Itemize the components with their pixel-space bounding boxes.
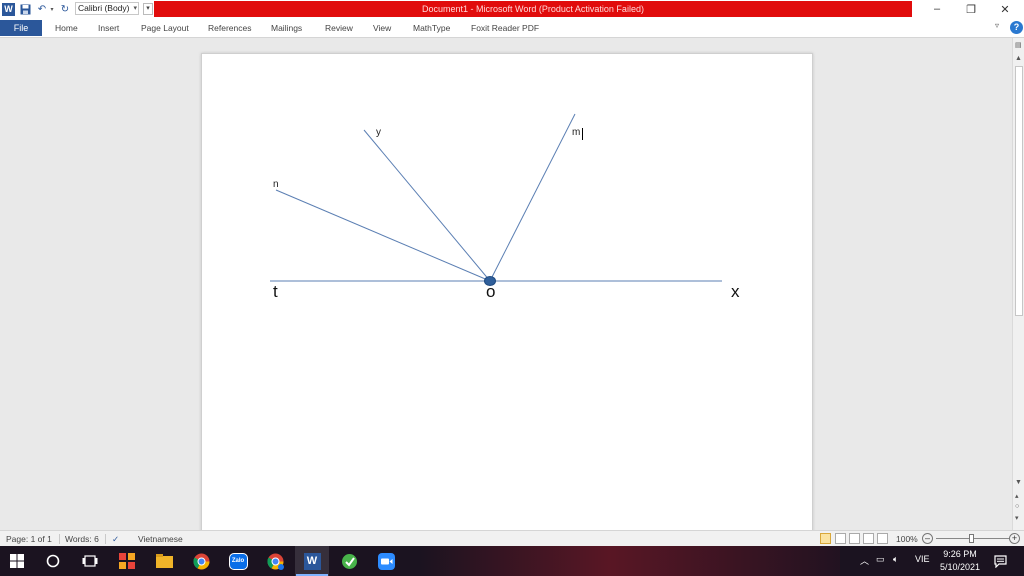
next-page-icon[interactable]: ▾ xyxy=(1015,514,1019,522)
quick-access-toolbar: W ↶ ▾ ↻ xyxy=(0,0,72,18)
zalo-label: Zalo xyxy=(231,558,245,564)
text-cursor xyxy=(582,128,583,140)
green-app-icon[interactable] xyxy=(339,551,359,571)
file-explorer-icon[interactable] xyxy=(154,551,174,571)
font-name-select[interactable]: Calibri (Body) ▾ xyxy=(75,2,139,15)
ray-oy xyxy=(363,129,491,282)
tab-view[interactable]: View xyxy=(373,20,391,36)
font-name-value: Calibri (Body) xyxy=(78,3,130,13)
label-n: n xyxy=(273,179,279,190)
task-view-icon[interactable] xyxy=(80,551,100,571)
zalo-icon[interactable]: Zalo xyxy=(228,551,248,571)
chrome-icon[interactable] xyxy=(191,551,211,571)
word-label: W xyxy=(303,552,321,570)
print-layout-view-icon[interactable] xyxy=(820,533,831,544)
word-icon[interactable]: W xyxy=(302,551,322,571)
chevron-down-icon: ▾ xyxy=(133,5,137,12)
tab-references[interactable]: References xyxy=(208,20,251,36)
expand-ribbon-icon[interactable]: ▿ xyxy=(995,21,999,30)
zoom-slider-thumb[interactable] xyxy=(969,534,974,543)
volume-icon[interactable]: 🔈︎ xyxy=(893,554,898,565)
tab-page-layout[interactable]: Page Layout xyxy=(141,20,189,36)
tab-mailings[interactable]: Mailings xyxy=(271,20,302,36)
undo-icon[interactable]: ↶ xyxy=(35,2,49,16)
redo-icon[interactable]: ↻ xyxy=(58,2,72,16)
scroll-down-icon[interactable]: ▼ xyxy=(1015,479,1022,486)
scroll-up-icon[interactable]: ▲ xyxy=(1015,55,1022,62)
browse-object-icon[interactable]: ○ xyxy=(1015,503,1019,510)
word-logo-icon[interactable]: W xyxy=(2,2,15,16)
proofing-icon[interactable]: ✓ xyxy=(112,533,119,545)
clock-time[interactable]: 9:26 PM xyxy=(934,549,986,559)
clock-date[interactable]: 5/10/2021 xyxy=(934,562,986,572)
label-y: y xyxy=(376,127,381,138)
web-layout-icon[interactable] xyxy=(849,533,860,544)
geometry-drawing xyxy=(270,113,722,286)
previous-page-icon[interactable]: ▴ xyxy=(1015,492,1019,500)
outline-view-icon[interactable] xyxy=(863,533,874,544)
chrome-profile-icon[interactable] xyxy=(265,551,285,571)
ribbon-tabs: File Home Insert Page Layout References … xyxy=(0,18,1024,38)
tab-home[interactable]: Home xyxy=(55,20,78,36)
show-hidden-icons-icon[interactable]: ︿ xyxy=(860,554,869,567)
minimize-button[interactable]: – xyxy=(920,0,954,18)
word-count[interactable]: Words: 6 xyxy=(65,533,99,545)
tab-mathtype[interactable]: MathType xyxy=(413,20,450,36)
app-tiles-icon[interactable] xyxy=(117,551,137,571)
restore-button[interactable]: ❐ xyxy=(954,0,988,18)
battery-icon[interactable]: ▭ xyxy=(876,554,885,565)
vertical-scrollbar[interactable]: ▤ ▲ ▼ ▴ ○ ▾ xyxy=(1012,38,1024,530)
status-bar: Page: 1 of 1 Words: 6 ✓ Vietnamese 100% … xyxy=(0,530,1024,546)
document-page[interactable]: y m n t o x xyxy=(201,53,813,533)
help-icon[interactable]: ? xyxy=(1010,21,1023,34)
window-title: Document1 - Microsoft Word (Product Acti… xyxy=(154,1,912,17)
full-screen-reading-icon[interactable] xyxy=(835,533,846,544)
label-o: o xyxy=(486,282,496,301)
notifications-icon[interactable] xyxy=(990,551,1010,571)
ruler-toggle-icon[interactable]: ▤ xyxy=(1015,41,1022,49)
draft-view-icon[interactable] xyxy=(877,533,888,544)
label-x: x xyxy=(731,282,740,301)
search-icon[interactable] xyxy=(43,551,63,571)
zoom-in-button[interactable]: + xyxy=(1009,533,1020,544)
customize-qat-icon[interactable]: ▾ xyxy=(143,3,153,15)
undo-dropdown-icon[interactable]: ▾ xyxy=(49,2,55,16)
label-t: t xyxy=(273,282,278,301)
divider xyxy=(105,534,106,544)
zoom-level[interactable]: 100% xyxy=(896,533,918,545)
tab-review[interactable]: Review xyxy=(325,20,353,36)
close-button[interactable]: ✕ xyxy=(988,0,1022,18)
zoom-out-button[interactable]: – xyxy=(922,533,933,544)
windows-taskbar: Zalo W ︿ ▭ 🔈︎ VIE 9:26 PM 5/10/2021 xyxy=(0,546,1024,576)
language-indicator[interactable]: Vietnamese xyxy=(138,533,183,545)
ray-om xyxy=(489,113,576,282)
divider xyxy=(59,534,60,544)
tab-foxit-reader-pdf[interactable]: Foxit Reader PDF xyxy=(471,20,539,36)
scroll-thumb[interactable] xyxy=(1015,66,1023,316)
tab-insert[interactable]: Insert xyxy=(98,20,119,36)
save-icon[interactable] xyxy=(18,2,32,16)
zoom-app-icon[interactable] xyxy=(376,551,396,571)
windows-start-icon[interactable] xyxy=(7,551,27,571)
document-area: y m n t o x xyxy=(0,38,1012,533)
input-language[interactable]: VIE xyxy=(915,554,930,564)
ray-on xyxy=(275,189,491,282)
tab-file[interactable]: File xyxy=(0,20,42,36)
wallpaper-glow xyxy=(420,546,840,576)
label-m: m xyxy=(572,127,581,138)
page-count[interactable]: Page: 1 of 1 xyxy=(6,533,52,545)
title-bar: W ↶ ▾ ↻ Calibri (Body) ▾ ▾ Document1 - M… xyxy=(0,0,1024,18)
